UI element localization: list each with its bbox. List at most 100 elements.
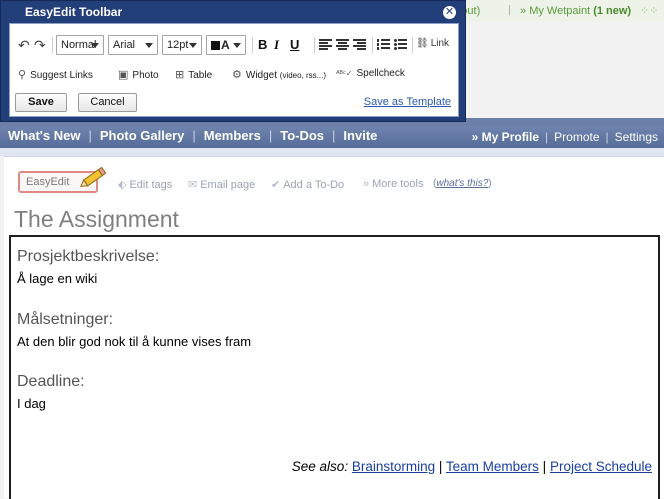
bold-button[interactable]: B	[258, 35, 267, 55]
dialog-titlebar[interactable]: EasyEdit Toolbar ✕	[1, 1, 467, 23]
photo-icon: ▣	[118, 69, 129, 81]
page-body-editor[interactable]: Prosjektbeskrivelse: Å lage en wiki Måls…	[9, 235, 660, 499]
link-team-members[interactable]: Team Members	[446, 459, 539, 474]
font-size-select[interactable]: 12pt	[162, 35, 202, 55]
table-label: Table	[188, 70, 213, 81]
see-also-label: See also:	[291, 459, 349, 474]
my-wetpaint-link[interactable]: » My Wetpaint (1 new)	[520, 5, 631, 17]
section-heading: Prosjektbeskrivelse:	[17, 248, 160, 265]
undo-icon[interactable]: ↶	[18, 35, 30, 55]
link-brainstorming[interactable]: Brainstorming	[352, 459, 435, 474]
chevron-down-icon	[189, 43, 197, 48]
italic-button[interactable]: I	[274, 35, 279, 55]
align-right-icon[interactable]	[353, 39, 366, 51]
section-text: At den blir god nok til å kunne vises fr…	[17, 334, 252, 349]
main-nav: What's New | Photo Gallery | Members | To-D…	[0, 126, 664, 148]
photo-button[interactable]: ▣ Photo	[118, 68, 159, 81]
close-icon[interactable]: ✕	[443, 6, 456, 19]
magnifier-icon: ⚲	[18, 69, 27, 81]
toolbar-panel: ↶ ↷ Normal Arial 12pt A B I U ⛓ Link ⚲ S…	[9, 23, 459, 117]
add-todo-link[interactable]: ✔ Add a To-Do	[271, 178, 344, 191]
spellcheck-label: Spellcheck	[356, 68, 405, 79]
easyedit-toolbar-dialog: EasyEdit Toolbar ✕ ↶ ↷ Normal Arial 12pt…	[0, 0, 466, 122]
widget-hint: (video, rss...)	[279, 71, 327, 80]
edit-tags-label: Edit tags	[129, 179, 173, 191]
separator: |	[508, 4, 511, 16]
underline-button[interactable]: U	[290, 35, 299, 55]
envelope-icon: ✉	[188, 179, 198, 191]
insert-row: ⚲ Suggest Links ▣ Photo ⊞ Table ⚙ Widget (vi…	[16, 66, 456, 84]
color-swatch-icon	[211, 41, 220, 50]
dialog-title: EasyEdit Toolbar	[25, 5, 123, 19]
page-actions: EasyEdit ⬖ Edit tags ✉ Email page ✔ Add a T…	[18, 166, 658, 197]
nav-members[interactable]: Members	[196, 128, 269, 143]
section-heading: Målsetninger:	[17, 311, 114, 328]
suggest-links-label: Suggest Links	[30, 70, 93, 81]
font-family-select[interactable]: Arial	[108, 35, 158, 55]
see-also: See also: Brainstorming | Team Members |…	[291, 459, 652, 474]
nav-photo-gallery[interactable]: Photo Gallery	[92, 128, 193, 143]
numbered-list-icon[interactable]	[377, 39, 390, 51]
spellcheck-button[interactable]: ᴬᴮᶜ✓ Spellcheck	[336, 68, 405, 79]
font-size-value: 12pt	[167, 39, 189, 51]
widget-label: Widget	[245, 70, 277, 81]
suggest-links-button[interactable]: ⚲ Suggest Links	[18, 68, 93, 81]
easyedit-button[interactable]: EasyEdit	[18, 166, 107, 193]
whats-this-link[interactable]: (what's this?)	[433, 178, 492, 189]
page-content: EasyEdit ⬖ Edit tags ✉ Email page ✔ Add a T…	[4, 156, 664, 499]
nav-whats-new[interactable]: What's New	[0, 128, 88, 143]
font-family-value: Arial	[113, 39, 136, 51]
wetpaint-drops-icon: ⁘⁘	[640, 5, 659, 17]
align-center-icon[interactable]	[336, 39, 349, 51]
chevron-down-icon	[233, 43, 241, 48]
nav-shadow	[0, 148, 664, 156]
whats-this-label: what's this?	[436, 178, 489, 189]
formatting-row: ↶ ↷ Normal Arial 12pt A B I U ⛓ Link	[16, 35, 456, 55]
chevron-down-icon	[145, 43, 153, 48]
toolbar-divider	[252, 37, 253, 53]
more-tools-label: More tools	[372, 178, 424, 190]
chevron-right-icon: »	[363, 178, 370, 190]
widget-button[interactable]: ⚙ Widget (video, rss...)	[232, 68, 326, 81]
add-todo-label: Add a To-Do	[283, 179, 345, 191]
text-color-select[interactable]: A	[206, 35, 246, 55]
photo-label: Photo	[132, 70, 159, 81]
link-label: Link	[430, 38, 450, 49]
toolbar-divider	[52, 37, 53, 53]
nav-settings[interactable]: Settings	[609, 130, 664, 144]
easyedit-label: EasyEdit	[26, 176, 70, 188]
spellcheck-icon: ᴬᴮᶜ✓	[336, 69, 353, 78]
link-project-schedule[interactable]: Project Schedule	[550, 459, 652, 474]
cancel-button[interactable]: Cancel	[78, 93, 137, 112]
section-text: I dag	[17, 396, 46, 411]
email-page-link[interactable]: ✉ Email page	[188, 178, 255, 191]
align-left-icon[interactable]	[319, 39, 332, 51]
more-tools-link[interactable]: » More tools	[363, 178, 423, 190]
email-page-label: Email page	[200, 179, 256, 191]
chain-link-icon: ⛓	[416, 38, 429, 49]
save-button[interactable]: Save	[15, 93, 67, 112]
table-icon: ⊞	[175, 69, 185, 81]
nav-promote[interactable]: Promote	[548, 130, 605, 144]
page-title: The Assignment	[14, 206, 179, 232]
redo-icon[interactable]: ↷	[34, 35, 46, 55]
link-button[interactable]: ⛓ Link	[416, 38, 449, 49]
widget-icon: ⚙	[232, 69, 242, 81]
toolbar-divider	[412, 37, 413, 53]
pencil-icon	[80, 166, 107, 187]
bullet-list-icon[interactable]	[394, 39, 407, 51]
nav-my-profile[interactable]: » My Profile	[466, 130, 545, 144]
my-wetpaint-label: My Wetpaint	[529, 5, 591, 17]
nav-todos[interactable]: To-Dos	[272, 128, 332, 143]
save-as-template-link[interactable]: Save as Template	[364, 96, 451, 108]
edit-tags-link[interactable]: ⬖ Edit tags	[118, 178, 172, 191]
toolbar-divider	[372, 37, 373, 53]
new-count: (1 new)	[593, 5, 632, 17]
table-button[interactable]: ⊞ Table	[175, 68, 212, 81]
section-text: Å lage en wiki	[17, 271, 98, 286]
toolbar-divider	[314, 37, 315, 53]
paragraph-format-select[interactable]: Normal	[56, 35, 104, 55]
nav-invite[interactable]: Invite	[335, 128, 385, 143]
chevron-down-icon	[91, 43, 99, 48]
checkmark-icon: ✔	[271, 179, 281, 191]
